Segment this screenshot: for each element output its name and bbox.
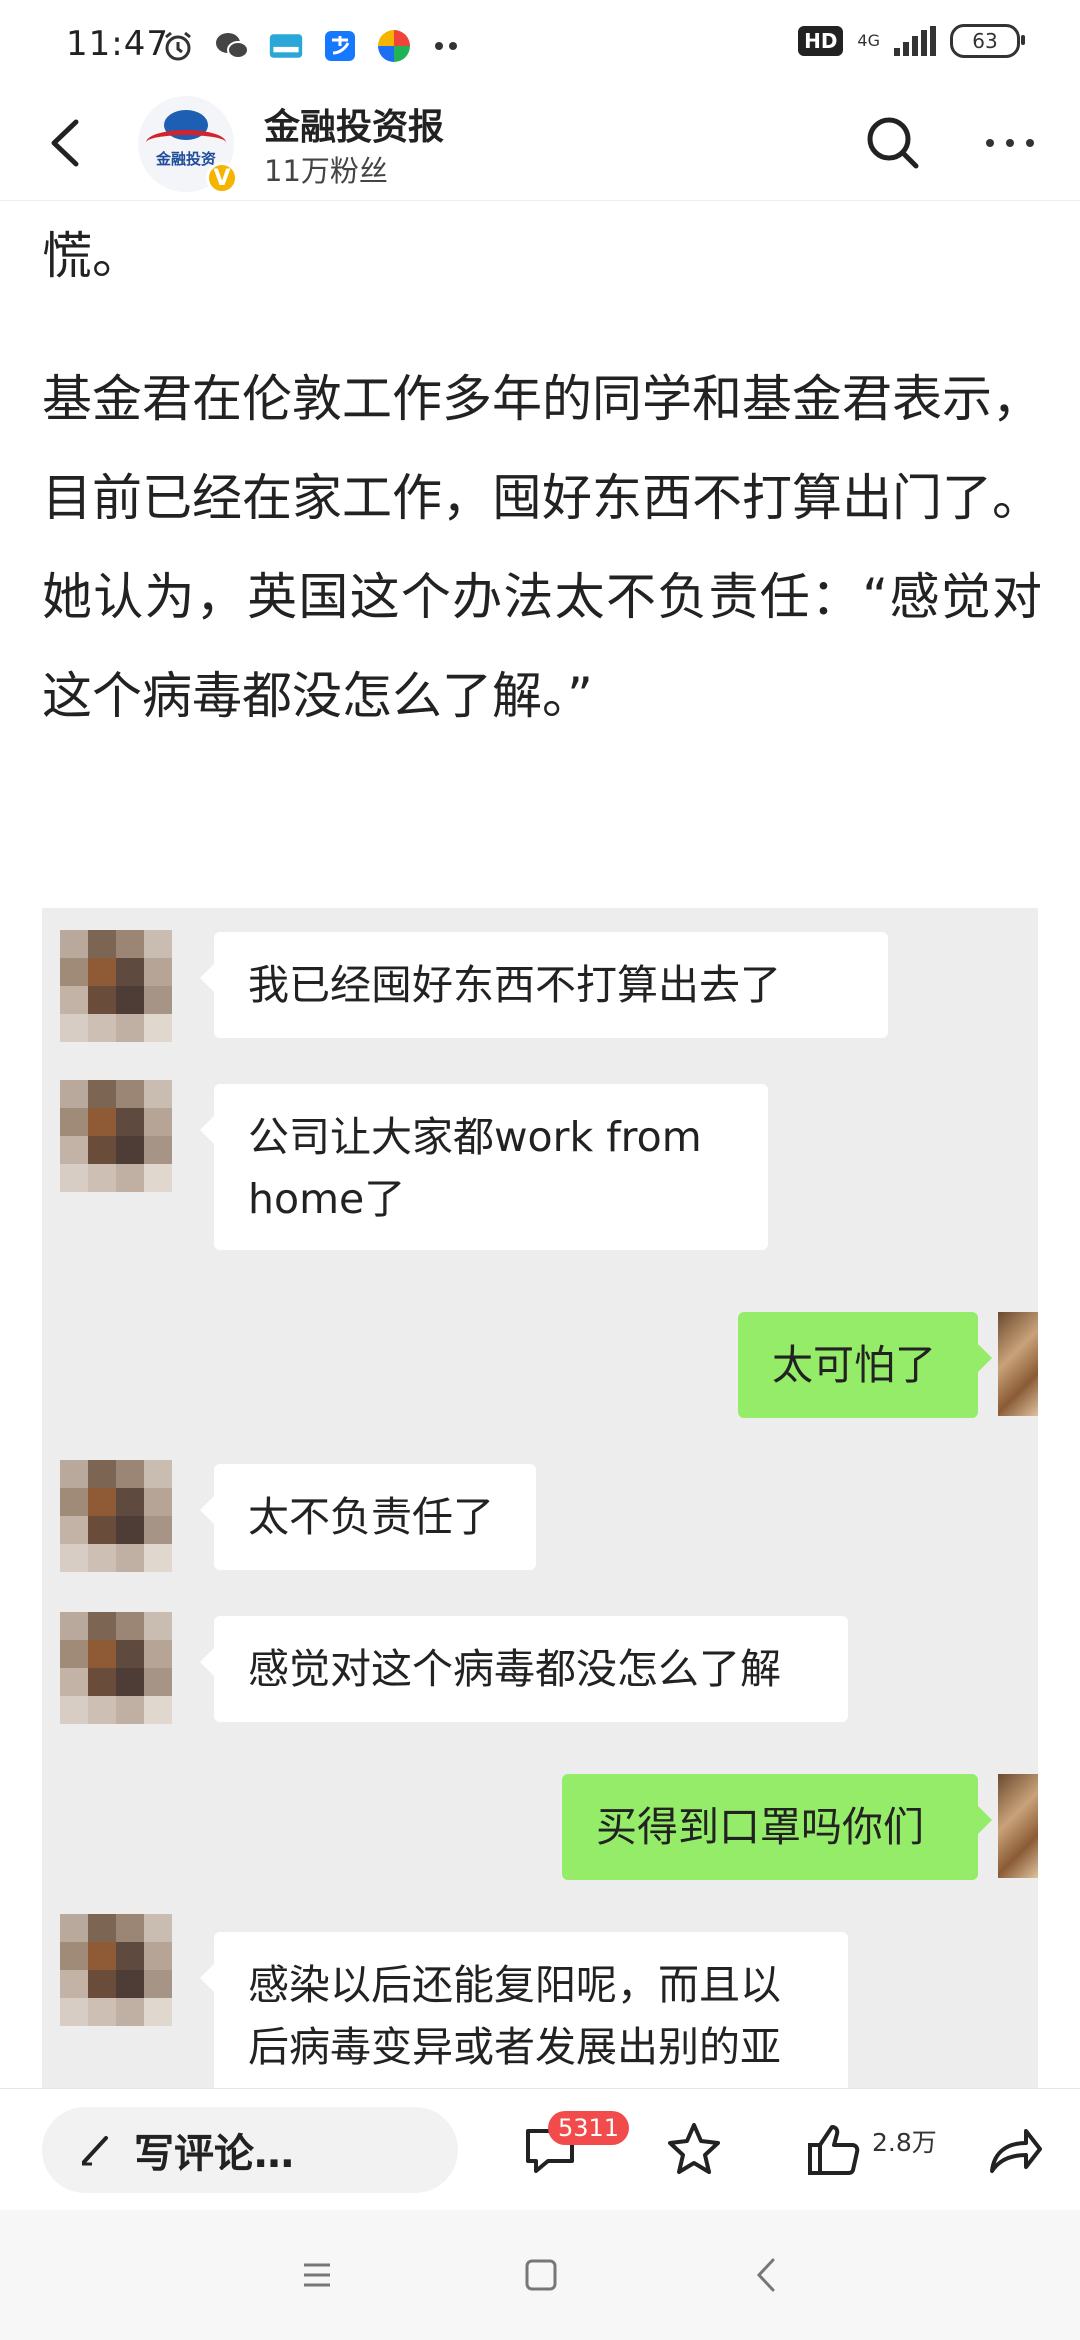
chat-message-text: 买得到口罩吗你们 <box>596 1803 924 1851</box>
thumbs-up-icon <box>808 2125 860 2175</box>
system-back-button[interactable] <box>742 2250 792 2300</box>
chevron-left-icon <box>51 119 79 167</box>
chat-bubble-received: 公司让大家都work from home了 <box>200 1084 768 1250</box>
my-avatar <box>998 1774 1038 1878</box>
share-button[interactable] <box>982 2117 1046 2181</box>
hd-badge: HD <box>798 26 844 56</box>
article-paragraph: 基金君在伦敦工作多年的同学和基金君表示，目前已经在家工作，囤好东西不打算出门了。… <box>42 370 1042 725</box>
wechat-icon <box>214 28 250 64</box>
comment-placeholder: 写评论… <box>134 2131 294 2177</box>
chat-bubble-sent: 买得到口罩吗你们 <box>562 1774 992 1880</box>
write-comment-input[interactable]: 写评论… <box>42 2107 458 2193</box>
bottom-action-bar: 写评论… 5311 2.8万 <box>0 2088 1080 2211</box>
verified-badge: V <box>206 162 238 194</box>
blurred-avatar <box>60 930 172 1042</box>
chat-message-text: 公司让大家都work from home了 <box>248 1113 702 1223</box>
chat-message-text: 我已经囤好东西不打算出去了 <box>248 961 781 1009</box>
status-right: HD 4G 63 <box>798 24 1025 58</box>
chat-bubble-received: 感染以后还能复阳呢，而且以后病毒变异或者发展出别的亚 <box>200 1932 848 2088</box>
chat-message-text: 太不负责任了 <box>248 1493 494 1541</box>
article-body: 慌。 基金君在伦敦工作多年的同学和基金君表示，目前已经在家工作，囤好东西不打算出… <box>42 200 1042 746</box>
favorite-button[interactable] <box>662 2117 726 2181</box>
blurred-avatar <box>60 1612 172 1724</box>
signal-icon <box>894 26 936 56</box>
my-avatar <box>998 1312 1038 1416</box>
status-time: 11:47 <box>66 24 169 64</box>
colorful-app-icon <box>376 28 412 64</box>
chat-screenshot-image[interactable]: 我已经囤好东西不打算出去了 公司让大家都work from home了 太可怕了… <box>42 908 1038 2088</box>
back-button[interactable] <box>36 108 96 178</box>
follower-count: 11万粉丝 <box>264 154 388 188</box>
dot <box>986 139 994 147</box>
back-arrow-icon <box>756 2258 775 2292</box>
menu-button[interactable] <box>292 2250 342 2300</box>
chat-bubble-received: 我已经囤好东西不打算出去了 <box>200 932 888 1038</box>
status-bar: 11:47 HD 4G 63 <box>0 0 1080 90</box>
menu-icon <box>304 2263 330 2287</box>
search-button[interactable] <box>858 108 928 178</box>
comment-count-badge: 5311 <box>548 2111 630 2145</box>
article-header: 金融投资 V 金融投资报 11万粉丝 <box>0 90 1080 201</box>
search-icon <box>867 117 919 169</box>
more-options-button[interactable] <box>975 128 1045 158</box>
blurred-avatar <box>60 1080 172 1192</box>
home-button[interactable] <box>516 2250 566 2300</box>
chat-message-text: 太可怕了 <box>772 1341 936 1389</box>
share-icon <box>990 2129 1042 2173</box>
battery-icon: 63 <box>950 24 1025 58</box>
system-navigation-bar <box>0 2210 1080 2340</box>
chat-bubble-sent: 太可怕了 <box>738 1312 992 1418</box>
chat-message-text: 感染以后还能复阳呢，而且以后病毒变异或者发展出别的亚 <box>248 1961 781 2071</box>
square-home-icon <box>525 2259 557 2291</box>
star-icon <box>668 2123 720 2174</box>
blurred-avatar <box>60 1460 172 1572</box>
blurred-avatar <box>60 1914 172 2026</box>
alipay-icon <box>322 28 358 64</box>
chat-bubble-received: 感觉对这个病毒都没怎么了解 <box>200 1616 848 1722</box>
more-notifications-icon <box>430 28 466 64</box>
article-fragment: 慌。 <box>42 227 142 285</box>
pen-icon <box>82 2136 108 2166</box>
like-button[interactable] <box>802 2117 866 2181</box>
like-count: 2.8万 <box>872 2128 937 2157</box>
account-avatar[interactable]: 金融投资 V <box>138 96 238 194</box>
battery-level: 63 <box>972 29 998 53</box>
chat-bubble-received: 太不负责任了 <box>200 1464 536 1570</box>
notification-icons <box>160 26 466 66</box>
chat-message-text: 感觉对这个病毒都没怎么了解 <box>248 1645 781 1693</box>
network-label: 4G <box>857 31 880 50</box>
bank-app-icon <box>268 28 304 64</box>
alarm-icon <box>160 28 196 64</box>
account-name[interactable]: 金融投资报 <box>264 98 444 150</box>
